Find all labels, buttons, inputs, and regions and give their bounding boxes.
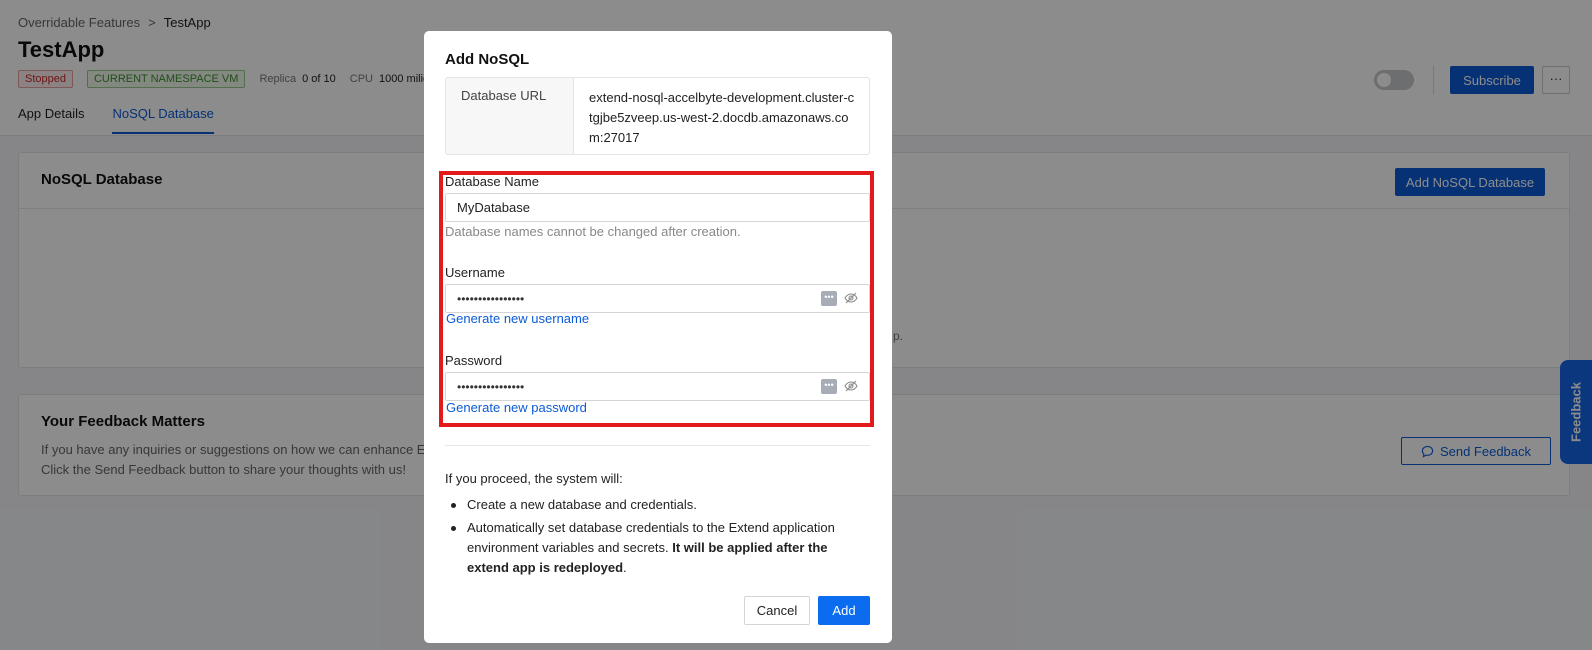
username-label: Username [445, 265, 505, 280]
database-name-input[interactable]: MyDatabase [445, 193, 870, 222]
modal-divider [445, 445, 870, 446]
database-name-value: MyDatabase [457, 200, 530, 215]
info-item-credentials: Automatically set database credentials t… [445, 518, 870, 578]
password-input[interactable]: •••••••••••••••• ••• [445, 372, 870, 401]
generate-username-link[interactable]: Generate new username [446, 311, 589, 326]
database-name-hint: Database names cannot be changed after c… [445, 224, 741, 239]
info-list: Create a new database and credentials. A… [445, 495, 870, 581]
eye-slash-icon[interactable] [844, 291, 858, 305]
password-label: Password [445, 353, 503, 368]
info-item2-end: . [623, 560, 627, 575]
modal-title: Add NoSQL [445, 51, 530, 68]
cancel-button[interactable]: Cancel [744, 596, 810, 625]
username-value: •••••••••••••••• [457, 292, 525, 306]
password-value: •••••••••••••••• [457, 380, 525, 394]
database-url-label: Database URL [446, 78, 574, 154]
password-manager-icon[interactable]: ••• [821, 291, 837, 306]
database-name-label: Database Name [445, 174, 539, 189]
generate-password-link[interactable]: Generate new password [446, 400, 587, 415]
add-button[interactable]: Add [818, 596, 870, 625]
username-input[interactable]: •••••••••••••••• ••• [445, 284, 870, 313]
info-item-create: Create a new database and credentials. [445, 495, 870, 515]
password-manager-icon[interactable]: ••• [821, 379, 837, 394]
info-intro: If you proceed, the system will: [445, 471, 623, 486]
database-url-value: extend-nosql-accelbyte-development.clust… [589, 90, 855, 145]
add-nosql-modal: Add NoSQL Database URL extend-nosql-acce… [424, 31, 892, 643]
database-url-box: Database URL extend-nosql-accelbyte-deve… [445, 77, 870, 155]
eye-slash-icon[interactable] [844, 379, 858, 393]
